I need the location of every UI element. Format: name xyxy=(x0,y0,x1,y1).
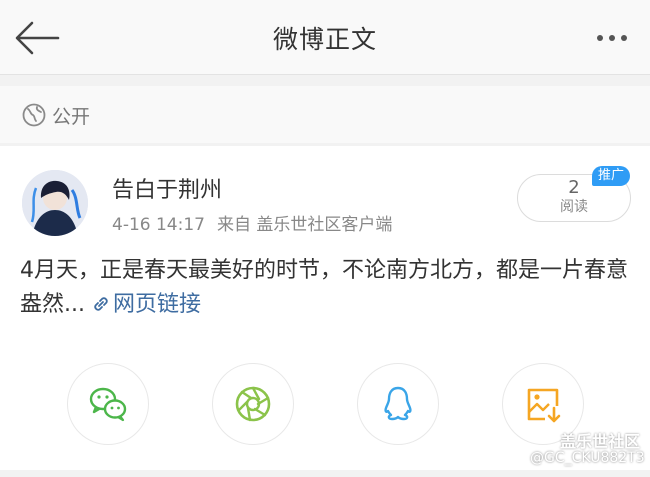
read-count-label: 阅读 xyxy=(560,199,588,215)
moments-aperture-icon xyxy=(235,386,271,422)
share-moments-button[interactable] xyxy=(212,363,294,445)
watermark-title: 盖乐世社区 xyxy=(560,432,641,451)
author-name[interactable]: 告白于荆州 xyxy=(112,172,222,204)
wechat-icon xyxy=(89,387,127,422)
share-wechat-button[interactable] xyxy=(67,363,149,445)
visibility-row: 公开 xyxy=(0,86,650,143)
globe-icon xyxy=(22,103,46,127)
page-title: 微博正文 xyxy=(272,25,377,54)
web-link[interactable]: 网页链接 xyxy=(91,292,201,317)
post-source: 来自 盖乐世社区客户端 xyxy=(216,215,393,235)
top-bar: 微博正文 xyxy=(0,0,650,75)
watermark-user: @GC_CKU882T3 xyxy=(530,450,645,466)
post-body: 4月天，正是春天最美好的时节，不论南方北方，都是一片春意盎然... 网页链接 xyxy=(20,254,632,322)
promote-badge[interactable]: 推广 xyxy=(592,166,630,186)
post-meta: 4-16 14:17 来自 盖乐世社区客户端 xyxy=(112,210,392,235)
share-qq-button[interactable] xyxy=(357,363,439,445)
avatar[interactable] xyxy=(22,170,88,236)
more-dots-icon xyxy=(597,35,603,41)
visibility-label: 公开 xyxy=(52,106,91,128)
post-card: 告白于荆州 4-16 14:17 来自 盖乐世社区客户端 2 阅读 推广 4月天，… xyxy=(0,146,650,470)
link-icon xyxy=(94,297,108,311)
more-button[interactable] xyxy=(594,26,634,48)
web-link-label: 网页链接 xyxy=(112,292,201,317)
post-time: 4-16 14:17 xyxy=(112,215,205,235)
qq-penguin-icon xyxy=(384,386,412,421)
save-image-icon xyxy=(527,388,561,423)
